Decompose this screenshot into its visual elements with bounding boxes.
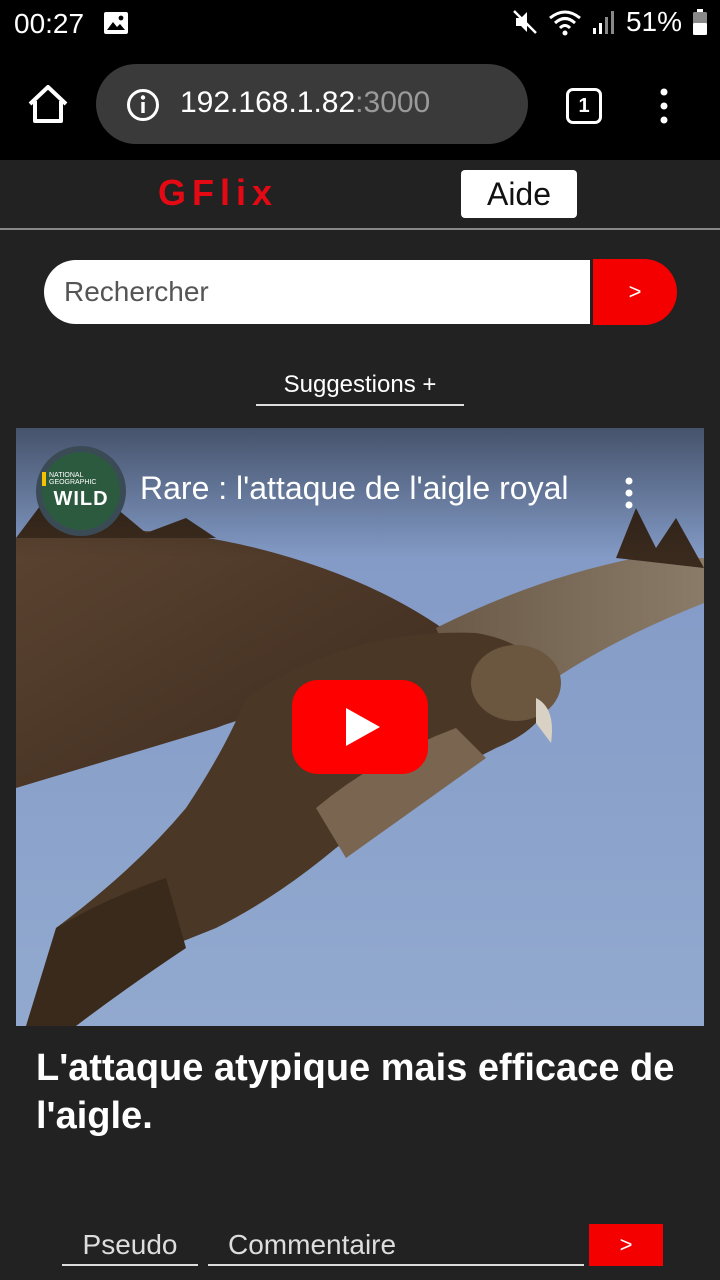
status-bar: 00:27 51% bbox=[0, 0, 720, 48]
browser-toolbar: 192.168.1.82:3000 1 bbox=[0, 48, 720, 160]
submit-comment-button[interactable]: > bbox=[589, 1224, 663, 1266]
pseudo-input[interactable] bbox=[62, 1226, 198, 1266]
status-icons: 51% bbox=[512, 6, 708, 38]
mute-icon bbox=[513, 10, 537, 34]
channel-tag: NATIONAL GEOGRAPHIC bbox=[42, 471, 120, 486]
comment-input[interactable] bbox=[208, 1226, 584, 1266]
more-options-icon[interactable] bbox=[652, 86, 676, 126]
url-host: 192.168.1.82 bbox=[180, 86, 356, 119]
info-icon[interactable] bbox=[126, 88, 160, 122]
tab-switcher-button[interactable]: 1 bbox=[566, 88, 602, 124]
search-button[interactable]: > bbox=[593, 259, 677, 325]
signal-icon bbox=[592, 11, 614, 34]
suggestions-link[interactable]: Suggestions + bbox=[256, 366, 464, 406]
battery-level: 51% bbox=[625, 6, 682, 37]
video-more-icon[interactable] bbox=[622, 476, 636, 510]
wifi-icon bbox=[549, 10, 581, 36]
home-icon[interactable] bbox=[26, 82, 70, 126]
video-caption: L'attaque atypique mais efficace de l'ai… bbox=[36, 1047, 675, 1137]
gallery-icon bbox=[104, 12, 128, 34]
help-button[interactable]: Aide bbox=[461, 170, 577, 218]
app-header: GFlix Aide bbox=[0, 160, 720, 230]
channel-avatar[interactable]: NATIONAL GEOGRAPHIC WILD bbox=[36, 446, 126, 536]
video-player[interactable]: NATIONAL GEOGRAPHIC WILD Rare : l'attaqu… bbox=[16, 428, 704, 1026]
channel-brand: WILD bbox=[53, 487, 109, 510]
search-input[interactable] bbox=[44, 260, 590, 324]
address-bar[interactable]: 192.168.1.82:3000 bbox=[96, 64, 528, 144]
video-title[interactable]: Rare : l'attaque de l'aigle royal bbox=[140, 470, 580, 507]
youtube-play-icon[interactable] bbox=[292, 680, 428, 774]
status-time: 00:27 bbox=[14, 8, 85, 39]
battery-icon bbox=[693, 9, 707, 35]
url-port: :3000 bbox=[355, 86, 431, 119]
url-text[interactable]: 192.168.1.82:3000 bbox=[180, 86, 430, 120]
gflix-logo[interactable]: GFlix bbox=[158, 172, 278, 214]
